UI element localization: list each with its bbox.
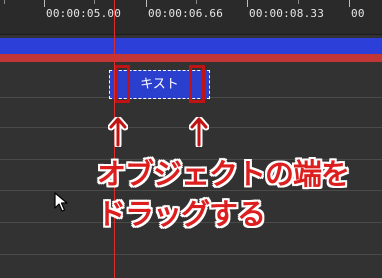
- ruler-tick: [298, 0, 299, 4]
- layer-divider: [0, 254, 382, 255]
- arrow-up-icon: [108, 117, 128, 147]
- ruler-label: 00:00:08.33: [249, 7, 325, 20]
- instruction-line: ドラッグする: [97, 197, 266, 231]
- time-ruler[interactable]: 00:00:05.00 00:00:06.66 00:00:08.33 00: [0, 0, 382, 35]
- ruler-tick: [349, 0, 350, 7]
- ruler-tick: [94, 0, 95, 4]
- ruler-tick: [4, 0, 5, 4]
- text-object-label: キスト: [140, 77, 179, 92]
- ruler-label: 00:00:06.66: [148, 7, 224, 20]
- arrow-up-icon: [189, 117, 209, 147]
- ruler-tick: [247, 0, 248, 7]
- left-edge-highlight: [114, 65, 130, 103]
- ruler-label: 00: [351, 7, 365, 20]
- timeline-object-blue[interactable]: [0, 38, 382, 54]
- ruler-label: 00:00:05.00: [46, 7, 122, 20]
- instruction-annotation: オブジェクトの端を ドラッグする: [97, 154, 379, 234]
- mouse-pointer-icon: [54, 192, 68, 212]
- timeline-object-red[interactable]: [0, 54, 382, 62]
- right-edge-highlight: [189, 65, 205, 103]
- instruction-line: オブジェクトの端を: [97, 157, 350, 191]
- ruler-tick: [196, 0, 197, 4]
- ruler-tick: [146, 0, 147, 7]
- ruler-tick: [44, 0, 45, 7]
